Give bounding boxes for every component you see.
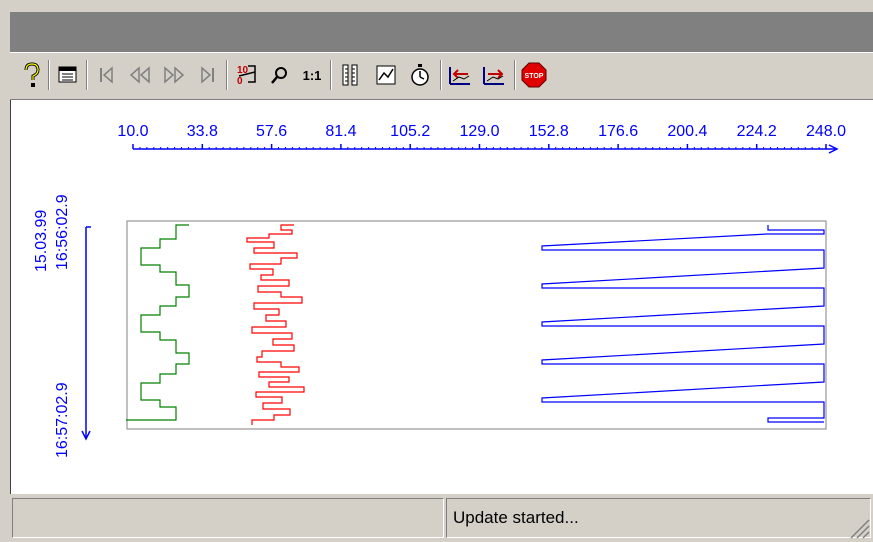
resize-grip-icon[interactable] (847, 516, 871, 540)
first-record-button[interactable] (92, 59, 120, 91)
zoom-icon (271, 67, 287, 84)
toolbar-separator (86, 60, 88, 90)
toolbar-separator (514, 60, 516, 90)
previous-curve-button[interactable] (446, 59, 474, 91)
help-button[interactable] (18, 59, 46, 91)
value-axis-tick-label: 176.6 (598, 123, 638, 140)
scale-icon: 10 0 (237, 65, 256, 87)
table-icon (58, 66, 77, 83)
value-axis-tick-label: 129.0 (459, 123, 499, 140)
plot-frame (126, 220, 827, 430)
next-curve-icon (483, 67, 504, 85)
last-icon (201, 66, 214, 84)
trend-icon (376, 65, 396, 85)
scale-button[interactable]: 10 0 (232, 59, 260, 91)
value-axis-tick-label: 200.4 (667, 123, 707, 140)
time-axis-start-date: 15.03.99 (33, 210, 50, 272)
value-axis-tick-label: 224.2 (737, 123, 777, 140)
status-pane-left (12, 498, 444, 538)
last-record-button[interactable] (194, 59, 222, 91)
status-message: Update started... (453, 508, 579, 527)
stop-icon: STOP (521, 62, 547, 88)
next-curve-button[interactable] (480, 59, 508, 91)
trend-toolbar: 10 0 1:1 STOP (10, 52, 873, 100)
value-axis-tick-label: 248.0 (806, 123, 846, 140)
first-icon (100, 66, 113, 84)
ruler-icon (342, 64, 358, 86)
titlebar-strip (10, 12, 873, 52)
ruler-button[interactable] (336, 59, 364, 91)
one-to-one-icon: 1:1 (302, 67, 322, 83)
value-axis-ticks: 10.0 33.8 57.6 81.4 105.2 129.0 152.8 176.6 200.… (117, 123, 846, 149)
value-axis-tick-label: 81.4 (325, 123, 356, 140)
trend-svg: 10.0 33.8 57.6 81.4 105.2 129.0 152.8 176.6 200.… (33, 123, 846, 458)
zoom-button[interactable] (266, 59, 294, 91)
rewind-button[interactable] (126, 59, 154, 91)
toolbar-separator (330, 60, 332, 90)
original-size-button[interactable]: 1:1 (298, 59, 326, 91)
window-titlebar (0, 0, 873, 52)
value-axis-tick-label: 57.6 (256, 123, 287, 140)
toolbar-separator (226, 60, 228, 90)
help-question-icon (24, 62, 40, 87)
status-pane-message: Update started... (446, 498, 871, 538)
status-bar: Update started... (10, 494, 873, 542)
trend-canvas[interactable]: 10.0 33.8 57.6 81.4 105.2 129.0 152.8 176.6 200.… (10, 100, 873, 494)
table-view-button[interactable] (54, 59, 82, 91)
value-axis-tick-label: 33.8 (187, 123, 218, 140)
fast-forward-icon (164, 66, 185, 84)
rewind-icon (129, 66, 150, 84)
trend-button[interactable] (372, 59, 400, 91)
stop-button[interactable]: STOP (520, 59, 548, 91)
toolbar-separator (48, 60, 50, 90)
value-axis-tick-label: 105.2 (390, 123, 430, 140)
stopwatch-icon (411, 64, 429, 86)
stopwatch-button[interactable] (406, 59, 434, 91)
fast-forward-button[interactable] (160, 59, 188, 91)
time-axis-end-time: 16:57:02.9 (54, 382, 71, 458)
svg-text:0: 0 (237, 76, 243, 87)
svg-text:STOP: STOP (525, 73, 544, 80)
value-axis-tick-label: 10.0 (117, 123, 148, 140)
time-axis-start-time: 16:56:02.9 (54, 194, 71, 270)
previous-curve-icon (449, 67, 470, 85)
value-axis-tick-label: 152.8 (529, 123, 569, 140)
toolbar-separator (440, 60, 442, 90)
